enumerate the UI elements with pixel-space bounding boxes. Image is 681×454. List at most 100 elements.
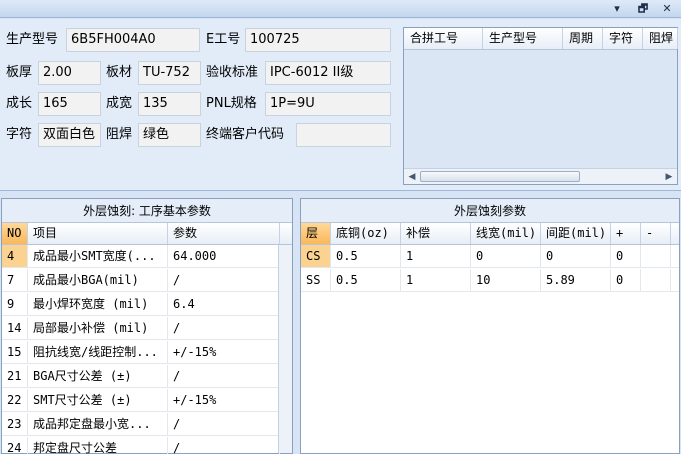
row-minus[interactable] xyxy=(641,245,671,267)
acceptance-standard-label: 验收标准 xyxy=(206,65,259,80)
row-no[interactable]: 24 xyxy=(2,437,28,454)
table-row[interactable]: SS 0.5 1 10 5.89 0 xyxy=(301,269,679,292)
row-layer[interactable]: SS xyxy=(301,269,331,291)
merge-col-order[interactable]: 合拼工号 xyxy=(404,28,483,49)
process-params-vscrollbar[interactable] xyxy=(278,245,292,453)
row-line-width[interactable]: 10 xyxy=(471,269,541,291)
col-compensation[interactable]: 补偿 xyxy=(401,223,471,244)
row-no[interactable]: 22 xyxy=(2,389,28,411)
row-minus[interactable] xyxy=(641,269,671,291)
board-material-label: 板材 xyxy=(106,65,133,80)
pnl-spec-field[interactable]: 1P=9U xyxy=(265,92,391,116)
row-item[interactable]: 成品最小SMT宽度(... xyxy=(28,245,168,267)
e-number-label: E工号 xyxy=(206,32,241,47)
row-item[interactable]: BGA尺寸公差 (±) xyxy=(28,365,168,387)
row-param[interactable]: +/-15% xyxy=(168,341,280,363)
pnl-spec-label: PNL规格 xyxy=(206,96,257,111)
length-label: 成长 xyxy=(6,96,33,111)
table-row[interactable]: 23 成品邦定盘最小宽... / xyxy=(2,413,292,436)
merge-col-cycle[interactable]: 周期 xyxy=(563,28,603,49)
board-material-field[interactable]: TU-752 xyxy=(138,61,201,85)
scroll-right-icon[interactable]: ▶ xyxy=(663,171,675,183)
row-param[interactable]: / xyxy=(168,317,280,339)
row-no[interactable]: 4 xyxy=(2,245,28,267)
row-plus[interactable]: 0 xyxy=(611,245,641,267)
table-row[interactable]: 9 最小焊环宽度 (mil) 6.4 xyxy=(2,293,292,316)
row-item[interactable]: 成品邦定盘最小宽... xyxy=(28,413,168,435)
character-field[interactable]: 双面白色 xyxy=(38,123,101,147)
table-row[interactable]: 21 BGA尺寸公差 (±) / xyxy=(2,365,292,388)
row-param[interactable]: / xyxy=(168,413,280,435)
model-field[interactable]: 6B5FH004A0 xyxy=(66,28,200,52)
col-param[interactable]: 参数 xyxy=(168,223,280,244)
width-field[interactable]: 135 xyxy=(138,92,201,116)
row-item[interactable]: 成品最小BGA(mil) xyxy=(28,269,168,291)
table-row[interactable]: 7 成品最小BGA(mil) / xyxy=(2,269,292,292)
scroll-left-icon[interactable]: ◀ xyxy=(406,171,418,183)
scroll-thumb[interactable] xyxy=(420,171,580,182)
merge-col-model[interactable]: 生产型号 xyxy=(483,28,563,49)
row-param[interactable]: 6.4 xyxy=(168,293,280,315)
merge-col-mask[interactable]: 阻焊 xyxy=(643,28,678,49)
col-plus[interactable]: + xyxy=(611,223,641,244)
merge-col-character[interactable]: 字符 xyxy=(603,28,643,49)
row-param[interactable]: / xyxy=(168,365,280,387)
row-plus[interactable]: 0 xyxy=(611,269,641,291)
process-params-title: 外层蚀刻: 工序基本参数 xyxy=(2,199,292,223)
row-param[interactable]: 64.000 xyxy=(168,245,280,267)
row-base-copper[interactable]: 0.5 xyxy=(331,269,401,291)
row-param[interactable]: / xyxy=(168,269,280,291)
row-layer[interactable]: CS xyxy=(301,245,331,267)
process-params-header: NO 项目 参数 xyxy=(2,223,292,245)
row-line-width[interactable]: 0 xyxy=(471,245,541,267)
row-item[interactable]: 邦定盘尺寸公差 xyxy=(28,437,168,454)
minimize-button[interactable]: ▾ xyxy=(610,2,624,15)
row-spacing[interactable]: 5.89 xyxy=(541,269,611,291)
thickness-field[interactable]: 2.00 xyxy=(38,61,101,85)
restore-button[interactable]: 🗗 xyxy=(636,2,650,15)
panel-splitter[interactable] xyxy=(293,192,299,454)
col-item[interactable]: 项目 xyxy=(28,223,168,244)
row-item[interactable]: 阻抗线宽/线距控制... xyxy=(28,341,168,363)
col-spacing[interactable]: 间距(mil) xyxy=(541,223,611,244)
character-label: 字符 xyxy=(6,127,33,142)
row-item[interactable]: 最小焊环宽度 (mil) xyxy=(28,293,168,315)
table-row[interactable]: 24 邦定盘尺寸公差 / xyxy=(2,437,292,454)
table-row[interactable]: 4 成品最小SMT宽度(... 64.000 xyxy=(2,245,292,268)
customer-code-label: 终端客户代码 xyxy=(206,127,285,142)
col-base-copper[interactable]: 底铜(oz) xyxy=(331,223,401,244)
row-param[interactable]: / xyxy=(168,437,280,454)
row-no[interactable]: 14 xyxy=(2,317,28,339)
table-row[interactable]: 14 局部最小补偿 (mil) / xyxy=(2,317,292,340)
e-number-field[interactable]: 100725 xyxy=(245,28,391,52)
row-compensation[interactable]: 1 xyxy=(401,245,471,267)
row-base-copper[interactable]: 0.5 xyxy=(331,245,401,267)
thickness-label: 板厚 xyxy=(6,65,33,80)
row-no[interactable]: 15 xyxy=(2,341,28,363)
col-no[interactable]: NO xyxy=(2,223,28,244)
table-row[interactable]: 22 SMT尺寸公差 (±) +/-15% xyxy=(2,389,292,412)
solder-mask-field[interactable]: 绿色 xyxy=(138,123,201,147)
customer-code-field[interactable] xyxy=(296,123,391,147)
row-no[interactable]: 23 xyxy=(2,413,28,435)
row-compensation[interactable]: 1 xyxy=(401,269,471,291)
table-row[interactable]: 15 阻抗线宽/线距控制... +/-15% xyxy=(2,341,292,364)
col-layer[interactable]: 层 xyxy=(301,223,331,244)
row-item[interactable]: 局部最小补偿 (mil) xyxy=(28,317,168,339)
col-minus[interactable]: - xyxy=(641,223,671,244)
close-button[interactable]: ✕ xyxy=(660,2,674,15)
solder-mask-label: 阻焊 xyxy=(106,127,133,142)
row-no[interactable]: 7 xyxy=(2,269,28,291)
merge-grid-hscrollbar[interactable]: ◀ ▶ xyxy=(404,168,677,184)
model-label: 生产型号 xyxy=(6,32,59,47)
merge-order-grid[interactable]: 合拼工号 生产型号 周期 字符 阻焊 ◀ ▶ xyxy=(403,27,678,185)
col-line-width[interactable]: 线宽(mil) xyxy=(471,223,541,244)
acceptance-standard-field[interactable]: IPC-6012 II级 xyxy=(265,61,391,85)
row-no[interactable]: 21 xyxy=(2,365,28,387)
row-no[interactable]: 9 xyxy=(2,293,28,315)
row-param[interactable]: +/-15% xyxy=(168,389,280,411)
table-row[interactable]: CS 0.5 1 0 0 0 xyxy=(301,245,679,268)
row-item[interactable]: SMT尺寸公差 (±) xyxy=(28,389,168,411)
row-spacing[interactable]: 0 xyxy=(541,245,611,267)
length-field[interactable]: 165 xyxy=(38,92,101,116)
